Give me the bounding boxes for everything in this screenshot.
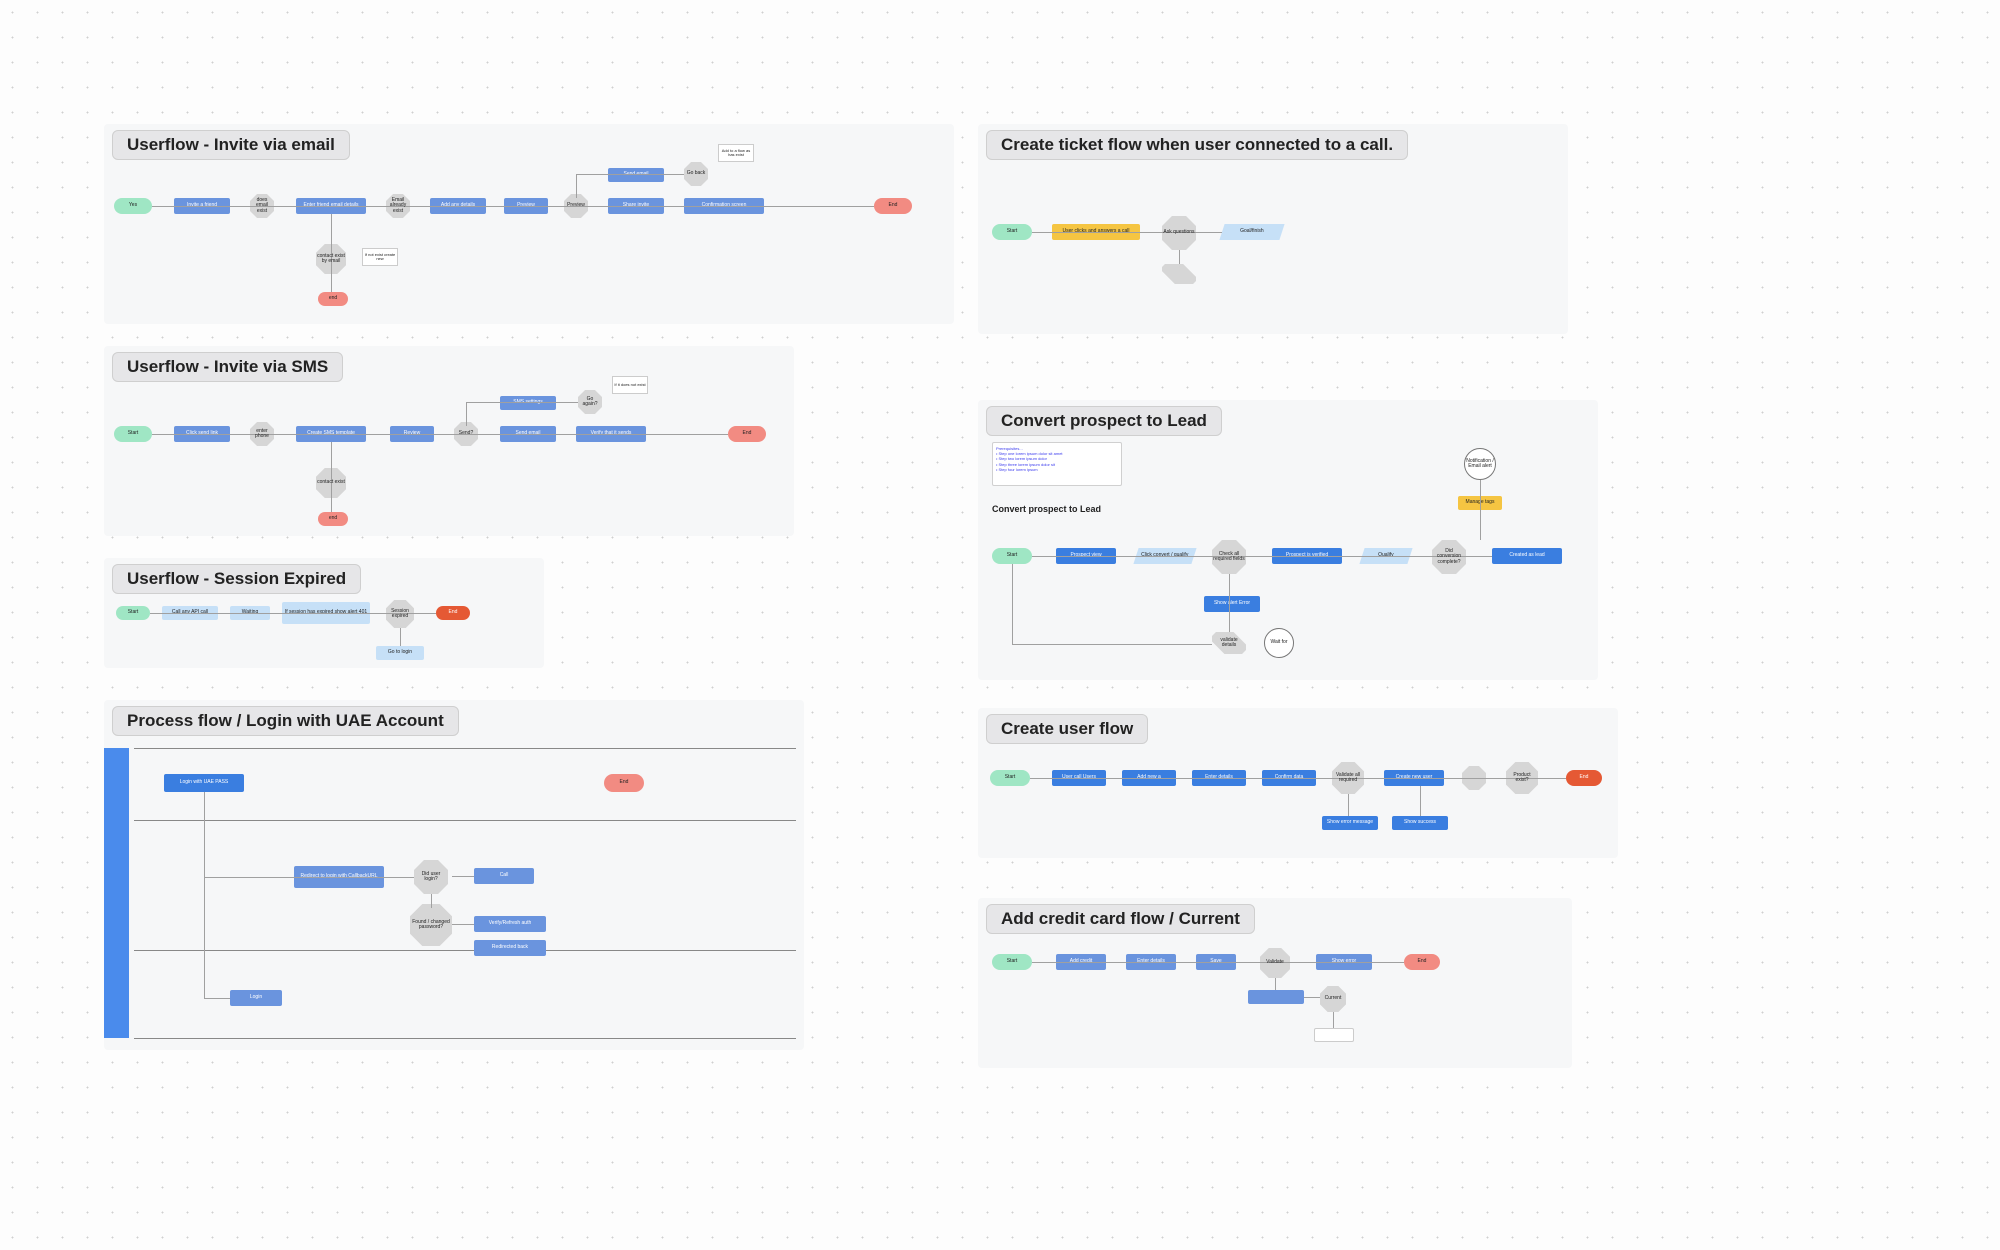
decision: Email already exist (386, 194, 410, 218)
node: SMS settings (500, 396, 556, 410)
section-ticket[interactable]: Create ticket flow when user connected t… (978, 124, 1568, 334)
title-invite-email: Userflow - Invite via email (112, 130, 350, 160)
decision: Current (1320, 986, 1346, 1012)
node: Show success (1392, 816, 1448, 830)
title-uae: Process flow / Login with UAE Account (112, 706, 459, 736)
lane-label (104, 748, 129, 1038)
decision: Check all required fields (1212, 540, 1246, 574)
decision: does email exist (250, 194, 274, 218)
node-end: End (1566, 770, 1602, 786)
node: Show error message (1322, 816, 1378, 830)
node (1248, 990, 1304, 1004)
section-session-expired[interactable]: Userflow - Session Expired Start Call an… (104, 558, 544, 668)
node-circle: Wait for (1264, 628, 1294, 658)
node-start: Yes (114, 198, 152, 214)
node-end: End (874, 198, 912, 214)
decision: validate details (1212, 632, 1246, 654)
node-end: End (728, 426, 766, 442)
node: Login (230, 990, 282, 1006)
decision: Did conversion complete? (1432, 540, 1466, 574)
section-invite-sms[interactable]: Userflow - Invite via SMS Start Click se… (104, 346, 794, 536)
node-start: Start (992, 548, 1032, 564)
decision: Go back (684, 162, 708, 186)
decision: Validate all required (1332, 762, 1364, 794)
node-start: Start (992, 954, 1032, 970)
title-session-expired: Userflow - Session Expired (112, 564, 361, 594)
title-convert: Convert prospect to Lead (986, 406, 1222, 436)
section-credit-card[interactable]: Add credit card flow / Current Start Add… (978, 898, 1572, 1068)
node: Redirected back (474, 940, 546, 956)
node-end: End (436, 606, 470, 620)
annotation: Add to a flow as has exist (718, 144, 754, 162)
node: Goal/finish (1219, 224, 1284, 240)
node-start: Start (116, 606, 150, 620)
node: Send email (608, 168, 664, 182)
decision: enter phone (250, 422, 274, 446)
section-create-user[interactable]: Create user flow Start User call Users A… (978, 708, 1618, 858)
node-start: Start (990, 770, 1030, 786)
annotation: If not exist create new (362, 248, 398, 266)
node: Created as lead (1492, 548, 1562, 564)
decision: Found / changed password? (410, 904, 452, 946)
node: Show alert Error (1204, 596, 1260, 612)
node-start: Start (992, 224, 1032, 240)
subtitle: Convert prospect to Lead (992, 504, 1101, 514)
node-end: End (1404, 954, 1440, 970)
node (1314, 1028, 1354, 1042)
decision: Did user login? (414, 860, 448, 894)
node: Go to login (376, 646, 424, 660)
node-end: End (604, 774, 644, 792)
node: Login with UAE PASS (164, 774, 244, 792)
decision: Product exist? (1506, 762, 1538, 794)
decision: Go again? (578, 390, 602, 414)
section-convert[interactable]: Convert prospect to Lead Prerequisites..… (978, 400, 1598, 680)
decision: Ask questions (1162, 216, 1196, 250)
section-invite-email[interactable]: Userflow - Invite via email Yes Invite a… (104, 124, 954, 324)
title-ticket: Create ticket flow when user connected t… (986, 130, 1408, 160)
node: Verify/Refresh auth (474, 916, 546, 932)
node-end: end (318, 292, 348, 306)
annotation: If it does not exist (612, 376, 648, 394)
section-uae-login[interactable]: Process flow / Login with UAE Account Lo… (104, 700, 804, 1050)
node: Call (474, 868, 534, 884)
notes: Prerequisites... • Step one lorem ipsum … (992, 442, 1122, 486)
title-invite-sms: Userflow - Invite via SMS (112, 352, 343, 382)
decision (1162, 264, 1196, 284)
node-circle: Notification / Email alert (1464, 448, 1496, 480)
title-create-user: Create user flow (986, 714, 1148, 744)
node-end: end (318, 512, 348, 526)
decision: Session expired (386, 600, 414, 628)
decision: Validate (1260, 948, 1290, 978)
title-credit-card: Add credit card flow / Current (986, 904, 1255, 934)
node-start: Start (114, 426, 152, 442)
